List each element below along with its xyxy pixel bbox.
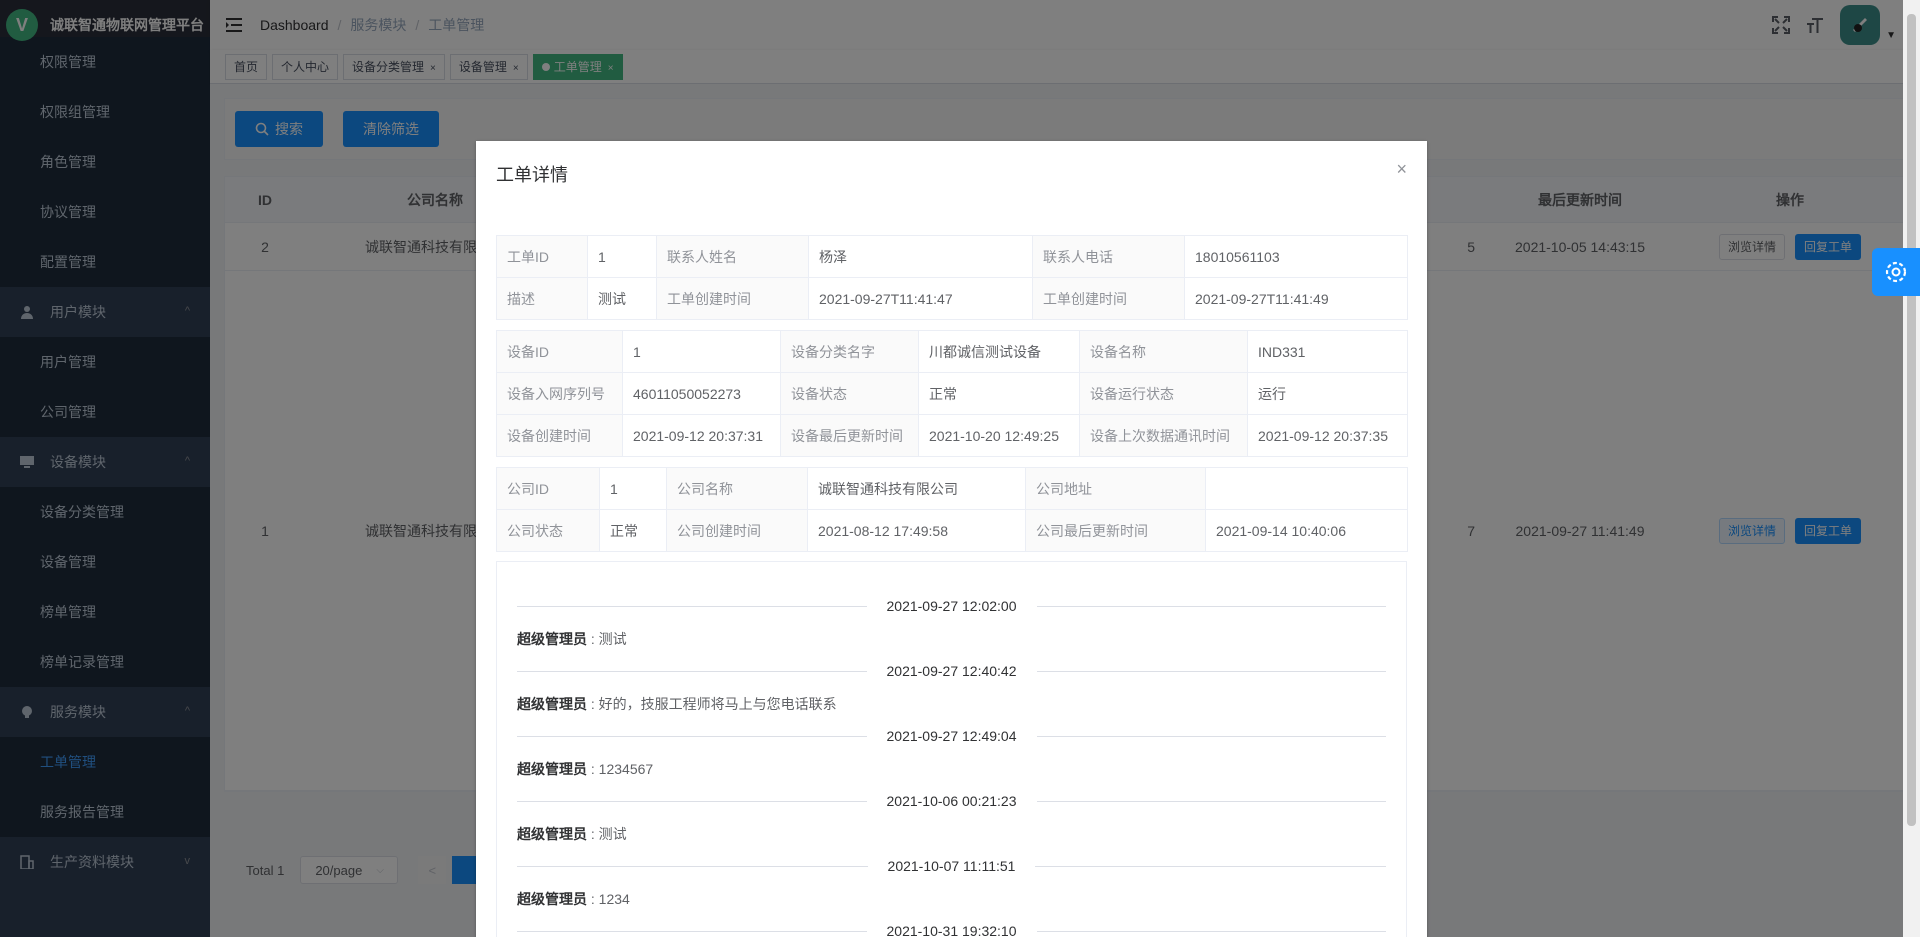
message-text: 测试 — [598, 826, 627, 842]
detail-value: 18010561103 — [1184, 235, 1408, 278]
detail-value: 46011050052273 — [622, 372, 781, 415]
detail-value: 诚联智通科技有限公司 — [807, 467, 1026, 510]
message-item: 超级管理员 : 1234 — [517, 889, 630, 909]
detail-label: 公司ID — [496, 467, 600, 510]
message-item: 超级管理员 : 好的，技服工程师将马上与您电话联系 — [517, 694, 837, 714]
message-text: 好的，技服工程师将马上与您电话联系 — [598, 696, 837, 712]
detail-label: 公司地址 — [1025, 467, 1206, 510]
message-divider: 2021-10-06 00:21:23 — [517, 793, 1386, 809]
detail-label: 描述 — [496, 277, 588, 320]
work-order-detail-dialog: 工单详情 × 工单ID 1 联系人姓名 杨泽 联系人电话 18010561103 描述 测试工… — [476, 141, 1427, 937]
app-root: V 诚联智通物联网管理平台 权限管理权限组管理角色管理协议管理配置管理用户模块^… — [0, 0, 1920, 937]
detail-value: 川都诚信测试设备 — [918, 330, 1080, 373]
detail-label: 设备状态 — [780, 372, 919, 415]
detail-row: 设备创建时间 2021-09-12 20:37:31 设备最后更新时间 2021-10… — [496, 414, 1408, 457]
close-icon[interactable]: × — [1396, 159, 1407, 180]
detail-value: 2021-08-12 17:49:58 — [807, 509, 1026, 552]
detail-value: 2021-09-27T11:41:47 — [808, 277, 1033, 320]
detail-value: 2021-09-12 20:37:31 — [622, 414, 781, 457]
detail-label: 公司名称 — [666, 467, 808, 510]
message-author: 超级管理员 — [517, 631, 587, 647]
message-separator: : — [587, 826, 599, 842]
detail-row: 设备入网序列号 46011050052273 设备状态 正常 设备运行状态 运行 — [496, 372, 1408, 415]
ticket-info-table: 工单ID 1 联系人姓名 杨泽 联系人电话 18010561103 描述 测试 工单创建时间 20… — [496, 235, 1408, 320]
message-text: 1234567 — [598, 761, 654, 777]
message-divider: 2021-09-27 12:02:00 — [517, 598, 1386, 614]
detail-value: 2021-09-14 10:40:06 — [1205, 509, 1408, 552]
message-author: 超级管理员 — [517, 826, 587, 842]
message-item: 超级管理员 : 1234567 — [517, 759, 653, 779]
message-time: 2021-09-27 12:02:00 — [866, 598, 1037, 614]
message-time: 2021-10-07 11:11:51 — [867, 858, 1036, 874]
detail-label: 设备名称 — [1079, 330, 1248, 373]
message-separator: : — [587, 761, 599, 777]
message-time: 2021-09-27 12:49:04 — [866, 728, 1037, 744]
gear-icon — [1885, 261, 1907, 283]
message-time: 2021-10-06 00:21:23 — [866, 793, 1037, 809]
detail-value: 2021-10-20 12:49:25 — [918, 414, 1080, 457]
detail-value: 1 — [587, 235, 657, 278]
detail-label: 设备分类名字 — [780, 330, 919, 373]
detail-value: IND331 — [1247, 330, 1408, 373]
detail-value — [1205, 467, 1408, 510]
detail-label: 联系人电话 — [1032, 235, 1185, 278]
detail-value: 2021-09-12 20:37:35 — [1247, 414, 1408, 457]
detail-label: 公司创建时间 — [666, 509, 808, 552]
detail-label: 设备最后更新时间 — [780, 414, 919, 457]
message-text: 测试 — [598, 631, 627, 647]
detail-label: 工单创建时间 — [1032, 277, 1185, 320]
detail-label: 设备创建时间 — [496, 414, 623, 457]
detail-value: 正常 — [599, 509, 667, 552]
message-item: 超级管理员 : 测试 — [517, 629, 627, 649]
detail-label: 设备ID — [496, 330, 623, 373]
message-item: 超级管理员 : 测试 — [517, 824, 627, 844]
detail-value: 测试 — [587, 277, 657, 320]
detail-row: 公司状态 正常 公司创建时间 2021-08-12 17:49:58 公司最后更新时间 2… — [496, 509, 1408, 552]
detail-label: 设备入网序列号 — [496, 372, 623, 415]
detail-label: 工单创建时间 — [656, 277, 809, 320]
detail-value: 运行 — [1247, 372, 1408, 415]
device-info-table: 设备ID 1 设备分类名字 川都诚信测试设备 设备名称 IND331 设备入网序列号 4601… — [496, 330, 1408, 457]
settings-panel-toggle[interactable] — [1872, 248, 1920, 296]
message-author: 超级管理员 — [517, 761, 587, 777]
message-text: 1234 — [598, 891, 630, 907]
detail-label: 公司最后更新时间 — [1025, 509, 1206, 552]
scrollbar-thumb[interactable] — [1907, 14, 1916, 826]
page-scrollbar[interactable] — [1903, 0, 1920, 937]
message-divider: 2021-10-31 19:32:10 — [517, 923, 1386, 937]
message-separator: : — [587, 891, 599, 907]
message-separator: : — [587, 631, 599, 647]
message-divider: 2021-09-27 12:49:04 — [517, 728, 1386, 744]
detail-row: 设备ID 1 设备分类名字 川都诚信测试设备 设备名称 IND331 — [496, 330, 1408, 373]
dialog-title: 工单详情 — [496, 165, 568, 185]
message-time: 2021-09-27 12:40:42 — [866, 663, 1037, 679]
detail-label: 公司状态 — [496, 509, 600, 552]
message-time: 2021-10-31 19:32:10 — [866, 923, 1037, 937]
detail-label: 工单ID — [496, 235, 588, 278]
message-author: 超级管理员 — [517, 891, 587, 907]
detail-value: 1 — [622, 330, 781, 373]
company-info-table: 公司ID 1 公司名称 诚联智通科技有限公司 公司地址 公司状态 正常 公司创建时间 2021-… — [496, 467, 1408, 552]
detail-label: 设备运行状态 — [1079, 372, 1248, 415]
detail-value: 正常 — [918, 372, 1080, 415]
detail-value: 1 — [599, 467, 667, 510]
detail-row: 描述 测试 工单创建时间 2021-09-27T11:41:47 工单创建时间 2021-… — [496, 277, 1408, 320]
detail-value: 2021-09-27T11:41:49 — [1184, 277, 1408, 320]
message-divider: 2021-10-07 11:11:51 — [517, 858, 1386, 874]
detail-row: 公司ID 1 公司名称 诚联智通科技有限公司 公司地址 — [496, 467, 1408, 510]
message-timeline: 2021-09-27 12:02:00 超级管理员 : 测试 2021-09-27 … — [496, 561, 1407, 937]
message-author: 超级管理员 — [517, 696, 587, 712]
detail-row: 工单ID 1 联系人姓名 杨泽 联系人电话 18010561103 — [496, 235, 1408, 278]
detail-label: 设备上次数据通讯时间 — [1079, 414, 1248, 457]
detail-label: 联系人姓名 — [656, 235, 809, 278]
message-separator: : — [587, 696, 599, 712]
detail-value: 杨泽 — [808, 235, 1033, 278]
message-divider: 2021-09-27 12:40:42 — [517, 663, 1386, 679]
